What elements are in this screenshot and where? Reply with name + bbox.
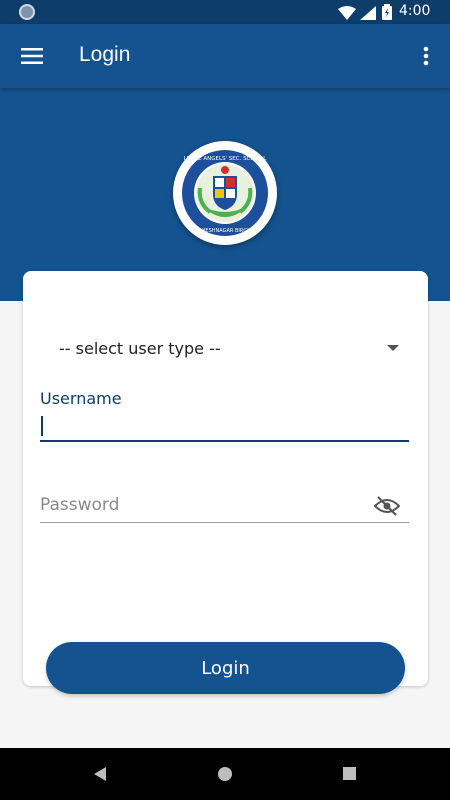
- login-card: -- select user type -- Username Password: [23, 271, 428, 686]
- username-underline: [40, 440, 409, 442]
- dropdown-arrow-icon: [387, 345, 399, 351]
- back-icon[interactable]: [93, 766, 107, 786]
- user-type-select[interactable]: -- select user type --: [59, 335, 399, 365]
- recents-icon[interactable]: [343, 767, 356, 780]
- system-nav-bar: [0, 748, 450, 800]
- login-button[interactable]: Login: [46, 642, 405, 694]
- signal-icon: [360, 5, 376, 24]
- battery-charging-icon: [382, 4, 392, 24]
- password-underline: [40, 522, 409, 523]
- page-title: Login: [79, 43, 131, 66]
- home-icon[interactable]: [218, 767, 232, 781]
- visibility-off-icon[interactable]: [373, 493, 401, 519]
- app-bar: Login: [0, 24, 450, 88]
- hamburger-menu-icon[interactable]: [14, 38, 50, 74]
- text-cursor: [41, 416, 43, 436]
- more-vert-icon[interactable]: [410, 38, 442, 74]
- school-emblem-icon: LITTLE ANGELS' SEC. SCHOOL MAHESHNAGAR B…: [182, 150, 268, 236]
- status-time: 4:00: [399, 3, 431, 19]
- user-type-select-value: -- select user type --: [59, 339, 221, 358]
- username-label: Username: [40, 389, 122, 408]
- wifi-icon: [338, 5, 356, 24]
- logo-ring-text: LITTLE ANGELS' SEC. SCHOOL: [184, 156, 267, 162]
- logo-bottom-text: MAHESHNAGAR BIRGUNJ: [194, 228, 256, 234]
- status-bar: 4:00: [0, 0, 450, 24]
- password-field[interactable]: Password: [40, 493, 409, 525]
- username-field[interactable]: Username: [40, 389, 409, 443]
- notification-dot-icon: [19, 4, 35, 20]
- password-placeholder: Password: [40, 495, 120, 515]
- school-logo: LITTLE ANGELS' SEC. SCHOOL MAHESHNAGAR B…: [173, 141, 277, 245]
